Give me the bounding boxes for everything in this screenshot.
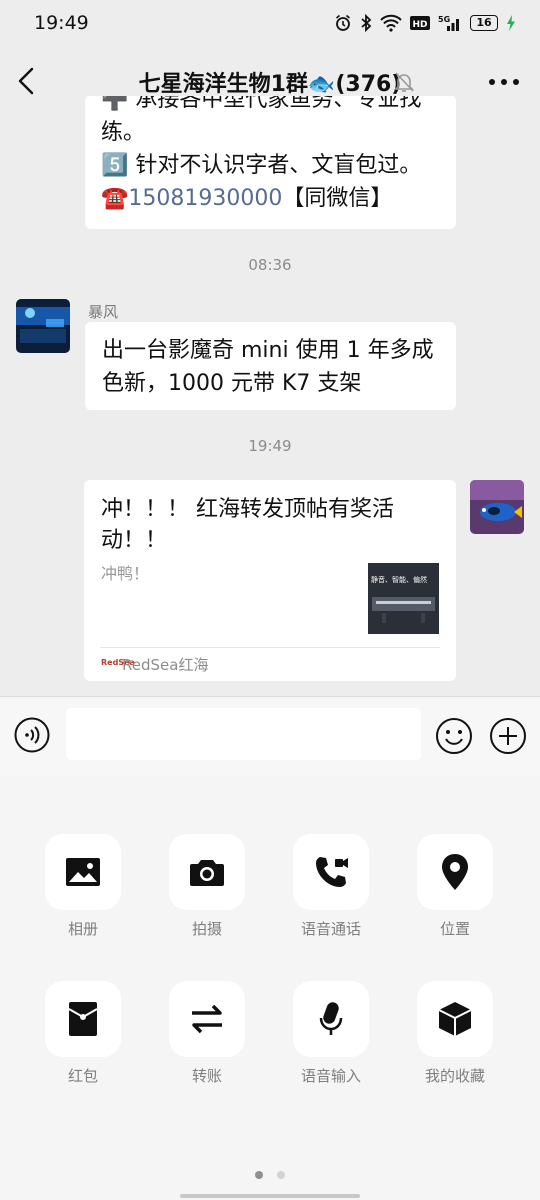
card-source: RedSea红海 bbox=[122, 656, 209, 674]
red-packet-label: 红包 bbox=[67, 1067, 98, 1085]
status-time: 19:49 bbox=[34, 12, 89, 34]
my-avatar[interactable] bbox=[470, 480, 524, 534]
more-functions-icon[interactable] bbox=[489, 717, 527, 755]
link-card[interactable]: 冲！！！ 红海转发顶帖有奖活动！！ 冲鸭！ 静音、智能、偏然 RedSea Re… bbox=[84, 480, 456, 681]
message-input[interactable] bbox=[66, 708, 421, 760]
battery-icon: 16 bbox=[470, 15, 498, 31]
charging-icon bbox=[507, 15, 515, 31]
location-icon bbox=[442, 854, 468, 890]
red-packet-icon bbox=[68, 1002, 98, 1036]
emoji-icon[interactable] bbox=[435, 717, 473, 755]
sender-name: 暴风 bbox=[88, 303, 119, 321]
chat-title-overlay: 七星海洋生物1群🐟(376) bbox=[138, 72, 402, 97]
card-thumbnail: 静音、智能、偏然 bbox=[368, 563, 439, 634]
battery-level: 16 bbox=[476, 16, 492, 29]
voice-input-icon bbox=[319, 1002, 343, 1035]
camera-button[interactable] bbox=[169, 834, 245, 910]
voice-input-label: 语音输入 bbox=[300, 1067, 361, 1085]
favorites-button[interactable] bbox=[417, 981, 493, 1057]
page-dot-active[interactable] bbox=[255, 1171, 263, 1179]
avatar[interactable] bbox=[16, 299, 70, 353]
phone-icon: ☎️ bbox=[101, 186, 129, 211]
message-bubble[interactable]: 出一台影魔奇 mini 使用 1 年多成色新，1000 元带 K7 支架 bbox=[85, 322, 456, 410]
card-divider bbox=[100, 647, 440, 648]
svg-text:5G: 5G bbox=[438, 15, 450, 24]
card-description: 冲鸭！ bbox=[101, 564, 150, 583]
camera-icon bbox=[190, 860, 224, 886]
message-line: ☎️15081930000【同微信】 bbox=[101, 182, 446, 215]
status-icons: HD 5G 16 bbox=[334, 14, 516, 32]
more-icon[interactable] bbox=[484, 68, 524, 96]
voice-input-button[interactable] bbox=[293, 981, 369, 1057]
bluetooth-icon bbox=[361, 14, 372, 32]
transfer-button[interactable] bbox=[169, 981, 245, 1057]
hd-icon: HD bbox=[410, 16, 430, 30]
wifi-icon bbox=[380, 14, 402, 32]
location-button[interactable] bbox=[417, 834, 493, 910]
photo-album-icon bbox=[66, 858, 100, 886]
function-panel: 相册 拍摄 语音通话 位置 红包 转账 语音输入 我的收藏 bbox=[0, 775, 540, 1200]
voice-call-label: 语音通话 bbox=[300, 920, 361, 938]
message-bubble[interactable]: ➕ 承接各中型代家鱼务、专业找 练。 5️⃣ 针对不认识字者、文盲包过。 ☎️1… bbox=[85, 95, 456, 229]
album-label: 相册 bbox=[67, 920, 98, 938]
location-label: 位置 bbox=[439, 920, 470, 938]
message-text: 出一台影魔奇 mini 使用 1 年多成色新，1000 元带 K7 支架 bbox=[102, 338, 434, 396]
album-button[interactable] bbox=[45, 834, 121, 910]
card-title: 冲！！！ 红海转发顶帖有奖活动！！ bbox=[101, 497, 394, 553]
favorites-label: 我的收藏 bbox=[424, 1067, 485, 1085]
camera-label: 拍摄 bbox=[191, 920, 222, 938]
signal-5g-icon: 5G bbox=[438, 15, 459, 31]
red-packet-button[interactable] bbox=[45, 981, 121, 1057]
phone-suffix: 【同微信】 bbox=[282, 186, 393, 211]
mute-bell-icon bbox=[394, 72, 414, 92]
voice-call-icon bbox=[316, 857, 348, 887]
svg-text:HD: HD bbox=[412, 20, 427, 30]
favorites-icon bbox=[438, 1002, 472, 1036]
transfer-icon bbox=[192, 1004, 222, 1034]
voice-call-button[interactable] bbox=[293, 834, 369, 910]
message-line: 5️⃣ 针对不认识字者、文盲包过。 bbox=[101, 153, 422, 178]
transfer-label: 转账 bbox=[191, 1067, 222, 1085]
message-line: ➕ 承接各中型代家鱼务、专业找 bbox=[101, 95, 422, 112]
message-line: 练。 bbox=[101, 120, 146, 145]
phone-link[interactable]: 15081930000 bbox=[128, 186, 282, 211]
page-dot[interactable] bbox=[277, 1171, 285, 1179]
message-text: ➕ 承接各中型代家鱼务、专业找 练。 5️⃣ 针对不认识字者、文盲包过。 ☎️1… bbox=[101, 95, 446, 215]
home-indicator[interactable] bbox=[180, 1194, 360, 1198]
timestamp: 08:36 bbox=[248, 256, 292, 274]
timestamp: 19:49 bbox=[248, 437, 292, 455]
alarm-icon bbox=[335, 14, 351, 31]
back-icon[interactable] bbox=[14, 64, 44, 98]
voice-mode-icon[interactable] bbox=[14, 717, 50, 753]
